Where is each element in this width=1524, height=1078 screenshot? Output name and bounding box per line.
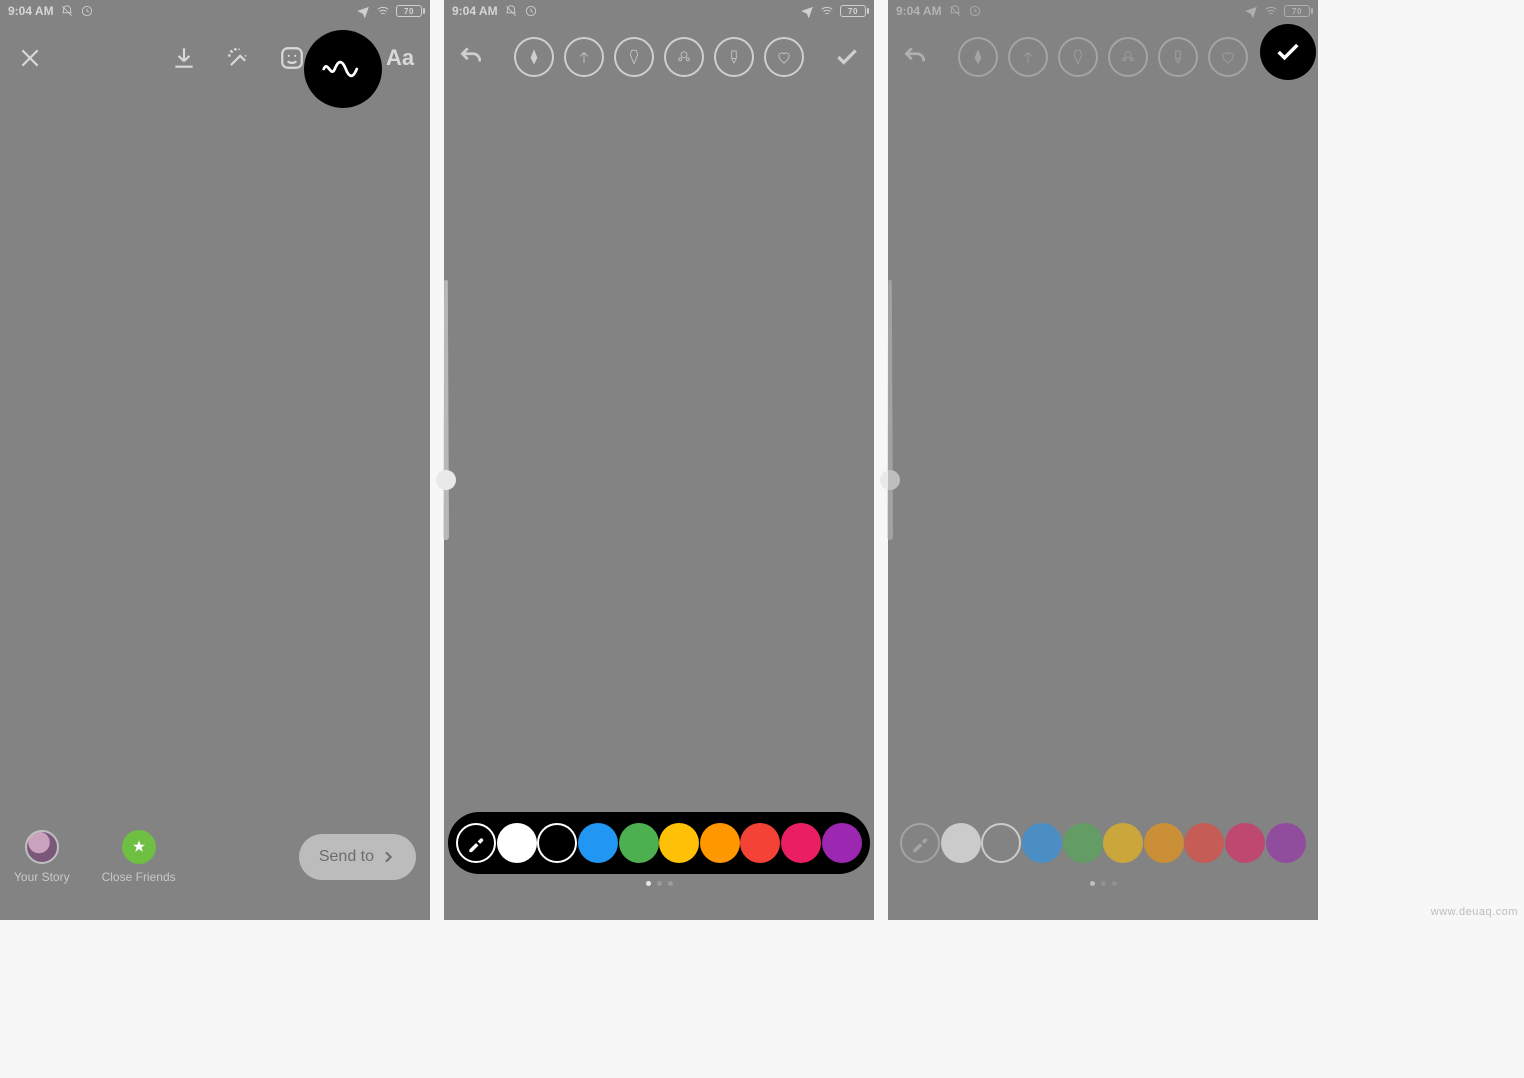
dot [1112,881,1117,886]
effects-button[interactable] [218,38,258,78]
color-swatch-yellow[interactable] [659,823,699,863]
draw-toolbar [888,22,1318,86]
color-palette [448,812,870,874]
editor-topbar: Aa [0,22,430,86]
dnd-icon [948,4,962,18]
undo-button[interactable] [451,37,491,77]
dot [646,881,651,886]
pen-tool[interactable] [958,37,998,77]
battery-icon: 70 [840,5,866,17]
status-bar: 9:04 AM 70 [0,0,430,22]
status-bar: 9:04 AM 70 [444,0,874,22]
status-time: 9:04 AM [896,4,942,18]
arrow-tool[interactable] [1008,37,1048,77]
color-swatch-blue[interactable] [1022,823,1062,863]
heart-tool[interactable] [1208,37,1248,77]
watermark: www.deuaq.com [1431,906,1518,918]
color-swatch-yellow[interactable] [1103,823,1143,863]
arrow-tool[interactable] [564,37,604,77]
download-button[interactable] [164,38,204,78]
send-to-button[interactable]: Send to [299,834,416,880]
airplane-icon [800,4,814,18]
slider-track [887,280,893,540]
color-swatch-green[interactable] [1063,823,1103,863]
dnd-icon [60,4,74,18]
color-swatch-white[interactable] [497,823,537,863]
close-button[interactable] [10,38,50,78]
marker-tool[interactable] [614,37,654,77]
wifi-icon [376,4,390,18]
avatar-icon [25,830,59,864]
eyedropper-button[interactable] [900,823,940,863]
color-swatch-red[interactable] [740,823,780,863]
palette-page-dots [444,881,874,886]
color-swatch-blue[interactable] [578,823,618,863]
palette-page-dots [888,881,1318,886]
heart-tool[interactable] [764,37,804,77]
eyedropper-button[interactable] [456,823,496,863]
clock-icon [524,4,538,18]
draw-toolbar [444,22,874,86]
pen-tool[interactable] [514,37,554,77]
brush-size-slider[interactable] [885,280,895,540]
color-swatch-purple[interactable] [1266,823,1306,863]
neon-tool[interactable] [1108,37,1148,77]
color-palette [892,812,1314,874]
slider-thumb[interactable] [436,470,456,490]
color-swatch-black[interactable] [981,823,1021,863]
status-time: 9:04 AM [452,4,498,18]
send-to-label: Send to [319,848,374,866]
share-bar: Your Story Close Friends Send to [0,830,430,884]
neon-tool[interactable] [664,37,704,77]
done-button-highlight [1260,24,1316,80]
close-friends-label: Close Friends [102,870,176,884]
star-icon [122,830,156,864]
wifi-icon [1264,4,1278,18]
airplane-icon [356,4,370,18]
story-draw-mode: 9:04 AM 70 [444,0,874,920]
slider-track [443,280,449,540]
status-time: 9:04 AM [8,4,54,18]
status-bar: 9:04 AM 70 [888,0,1318,22]
dot [668,881,673,886]
dot [657,881,662,886]
your-story-button[interactable]: Your Story [14,830,70,884]
color-swatch-black[interactable] [537,823,577,863]
brush-tools [514,37,804,77]
chisel-tool[interactable] [1158,37,1198,77]
wifi-icon [820,4,834,18]
color-swatch-magenta[interactable] [781,823,821,863]
clock-icon [80,4,94,18]
battery-icon: 70 [1284,5,1310,17]
slider-thumb[interactable] [880,470,900,490]
color-swatch-green[interactable] [619,823,659,863]
done-button[interactable] [827,37,867,77]
color-swatch-magenta[interactable] [1225,823,1265,863]
clock-icon [968,4,982,18]
color-swatch-orange[interactable] [1144,823,1184,863]
color-swatch-red[interactable] [1184,823,1224,863]
chisel-tool[interactable] [714,37,754,77]
text-button[interactable]: Aa [380,38,420,78]
dot [1101,881,1106,886]
draw-button-highlight [304,30,382,108]
color-swatch-white[interactable] [941,823,981,863]
dnd-icon [504,4,518,18]
brush-size-slider[interactable] [441,280,451,540]
battery-icon: 70 [396,5,422,17]
your-story-label: Your Story [14,870,70,884]
dot [1090,881,1095,886]
color-swatch-orange[interactable] [700,823,740,863]
story-editor-main: 9:04 AM 70 [0,0,430,920]
marker-tool[interactable] [1058,37,1098,77]
undo-button[interactable] [895,37,935,77]
story-draw-done-highlight: 9:04 AM 70 [888,0,1318,920]
airplane-icon [1244,4,1258,18]
brush-tools [958,37,1248,77]
color-swatch-purple[interactable] [822,823,862,863]
close-friends-button[interactable]: Close Friends [102,830,176,884]
